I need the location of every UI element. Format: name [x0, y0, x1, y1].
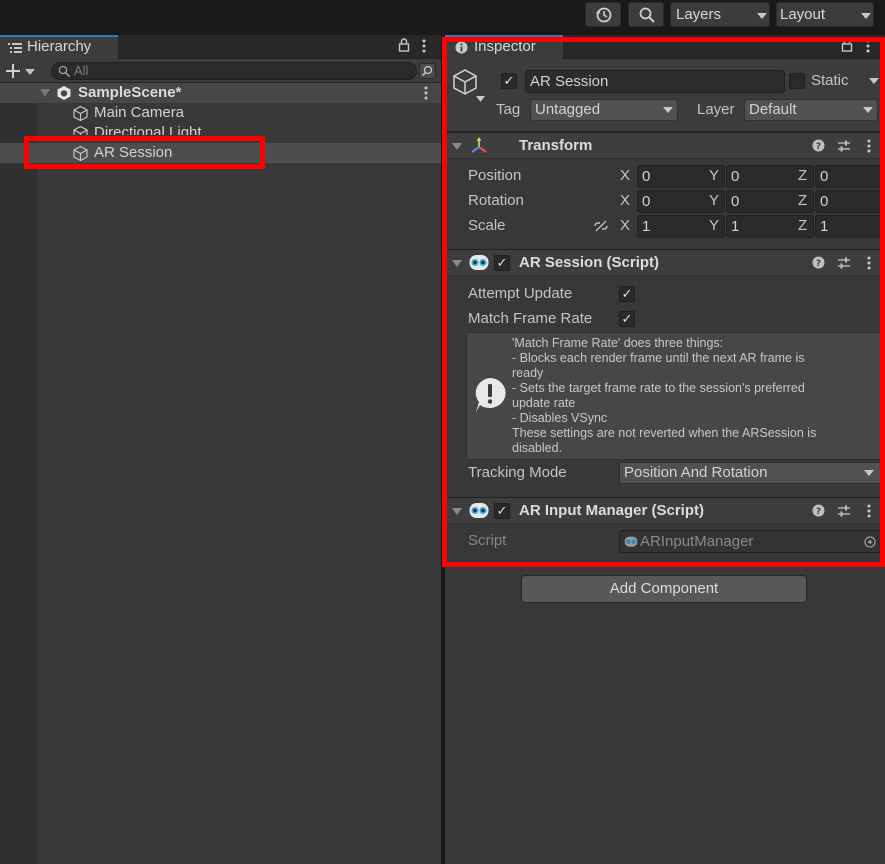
- scene-row[interactable]: SampleScene*: [0, 83, 441, 103]
- chevron-down-icon[interactable]: [25, 69, 35, 75]
- layers-dropdown[interactable]: Layers: [670, 2, 770, 27]
- search-button[interactable]: [628, 2, 664, 27]
- plus-icon[interactable]: [5, 63, 21, 79]
- foldout-arrow-icon[interactable]: [40, 89, 50, 97]
- search-by-type-icon[interactable]: [419, 63, 436, 79]
- history-button[interactable]: [585, 2, 621, 27]
- tab-hierarchy[interactable]: Hierarchy: [0, 35, 118, 59]
- layers-label: Layers: [676, 6, 722, 23]
- top-toolbar: Layers Layout: [0, 0, 885, 35]
- layout-dropdown[interactable]: Layout: [776, 2, 874, 27]
- hierarchy-search-input[interactable]: All: [51, 62, 417, 80]
- hierarchy-item-label: Main Camera: [94, 104, 185, 121]
- add-component-button[interactable]: Add Component: [521, 575, 807, 603]
- hierarchy-item-directional-light[interactable]: Directional Light: [37, 123, 441, 135]
- hierarchy-tab-label: Hierarchy: [27, 38, 92, 55]
- hierarchy-search-row: All: [0, 59, 441, 83]
- layout-label: Layout: [780, 6, 826, 23]
- chevron-down-icon: [861, 13, 871, 19]
- lock-icon[interactable]: [398, 38, 410, 52]
- unity-scene-icon: [57, 86, 71, 100]
- highlight-box-hierarchy: [24, 136, 265, 169]
- gameobject-cube-icon: [73, 125, 88, 135]
- more-options-icon[interactable]: [421, 39, 427, 53]
- search-icon: [58, 65, 71, 78]
- highlight-box-inspector: [442, 37, 885, 567]
- gameobject-cube-icon: [73, 105, 88, 122]
- more-options-icon[interactable]: [423, 86, 429, 100]
- history-icon: [596, 7, 612, 23]
- search-icon: [639, 7, 655, 23]
- hierarchy-gutter: [0, 83, 37, 864]
- hierarchy-tab-bar: Hierarchy: [0, 35, 441, 59]
- scene-name: SampleScene*: [78, 84, 182, 101]
- hierarchy-item-label: Directional Light: [94, 124, 202, 135]
- list-icon: [8, 43, 22, 53]
- hierarchy-item-main-camera[interactable]: Main Camera: [37, 103, 441, 123]
- search-placeholder: All: [74, 63, 89, 78]
- hierarchy-list: [0, 83, 441, 864]
- chevron-down-icon: [757, 13, 767, 19]
